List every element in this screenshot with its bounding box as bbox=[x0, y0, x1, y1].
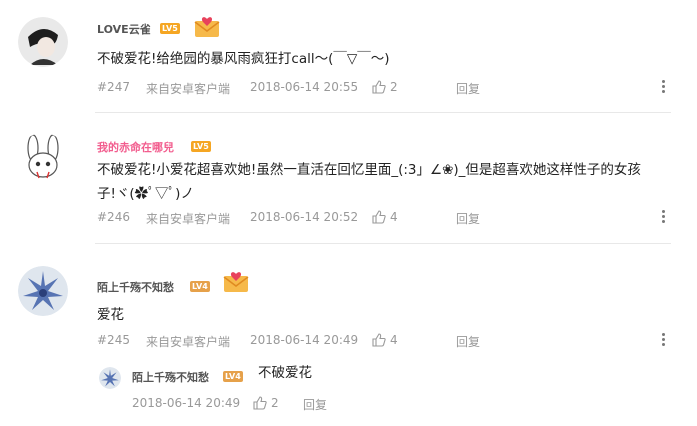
username[interactable]: 陌上千殇不知愁 bbox=[132, 369, 209, 385]
source-label: 来自安卓客户端 bbox=[146, 212, 231, 226]
username[interactable]: 陌上千殇不知愁 bbox=[97, 279, 174, 295]
floor-number: #246 bbox=[97, 210, 130, 224]
comment-meta: #247 来自安卓客户端 2018-06-14 20:55 2 回复 bbox=[97, 80, 677, 96]
comment-meta: #245 来自安卓客户端 2018-06-14 20:49 4 回复 bbox=[97, 333, 677, 349]
sub-reply-text: 不破爱花 bbox=[258, 365, 312, 381]
level-badge: LV4 bbox=[223, 371, 243, 382]
like-icon[interactable] bbox=[372, 80, 386, 94]
like-count: 2 bbox=[390, 80, 398, 94]
comment-meta: #246 来自安卓客户端 2018-06-14 20:52 4 回复 bbox=[97, 210, 677, 226]
timestamp: 2018-06-14 20:55 bbox=[250, 80, 359, 94]
comment-item: 陌上千殇不知愁 LV4 爱花 #245 来自安卓客户端 2018-06-14 2… bbox=[0, 244, 697, 426]
comment-item: LOVE云雀 LV5 不破爱花!给绝园的暴风雨疯狂打call～(￣▽￣～) #2… bbox=[0, 0, 697, 112]
floor-number: #245 bbox=[97, 333, 130, 347]
timestamp: 2018-06-14 20:49 bbox=[250, 333, 359, 347]
more-options-icon[interactable] bbox=[662, 333, 666, 348]
username[interactable]: LOVE云雀 bbox=[97, 21, 151, 37]
more-options-icon[interactable] bbox=[662, 210, 666, 225]
source-label: 来自安卓客户端 bbox=[146, 335, 231, 349]
more-options-icon[interactable] bbox=[662, 80, 666, 95]
like-icon[interactable] bbox=[372, 210, 386, 224]
avatar[interactable] bbox=[18, 17, 68, 67]
avatar[interactable] bbox=[99, 367, 121, 389]
comment-meta: 2018-06-14 20:49 2 回复 bbox=[132, 396, 432, 412]
level-badge: LV5 bbox=[191, 141, 211, 152]
like-icon[interactable] bbox=[372, 333, 386, 347]
timestamp: 2018-06-14 20:49 bbox=[132, 396, 241, 410]
comment-item: 我的赤命在哪兒 LV5 不破爱花!小爱花超喜欢她!虽然一直活在回忆里面_(:3」… bbox=[0, 113, 697, 243]
envelope-badge-icon bbox=[194, 17, 220, 37]
level-badge: LV5 bbox=[160, 23, 180, 34]
reply-button[interactable]: 回复 bbox=[456, 80, 480, 97]
like-count: 4 bbox=[390, 333, 398, 347]
comment-text: 爱花 bbox=[97, 307, 124, 323]
like-count: 2 bbox=[271, 396, 279, 410]
avatar[interactable] bbox=[18, 133, 68, 183]
sub-reply: 陌上千殇不知愁 LV4 不破爱花 2018-06-14 20:49 2 回复 bbox=[0, 359, 697, 419]
reply-button[interactable]: 回复 bbox=[456, 333, 480, 350]
comment-text: 不破爱花!小爱花超喜欢她!虽然一直活在回忆里面_(:3」∠❀)_但是超喜欢她这样… bbox=[97, 162, 641, 202]
comment-text: 不破爱花!给绝园的暴风雨疯狂打call～(￣▽￣～) bbox=[97, 51, 390, 67]
level-badge: LV4 bbox=[190, 281, 210, 292]
envelope-badge-icon bbox=[223, 272, 249, 292]
floor-number: #247 bbox=[97, 80, 130, 94]
timestamp: 2018-06-14 20:52 bbox=[250, 210, 359, 224]
username[interactable]: 我的赤命在哪兒 bbox=[97, 139, 174, 155]
reply-button[interactable]: 回复 bbox=[303, 396, 327, 413]
reply-button[interactable]: 回复 bbox=[456, 210, 480, 227]
like-icon[interactable] bbox=[253, 396, 267, 410]
like-count: 4 bbox=[390, 210, 398, 224]
avatar[interactable] bbox=[18, 266, 68, 316]
source-label: 来自安卓客户端 bbox=[146, 82, 231, 96]
